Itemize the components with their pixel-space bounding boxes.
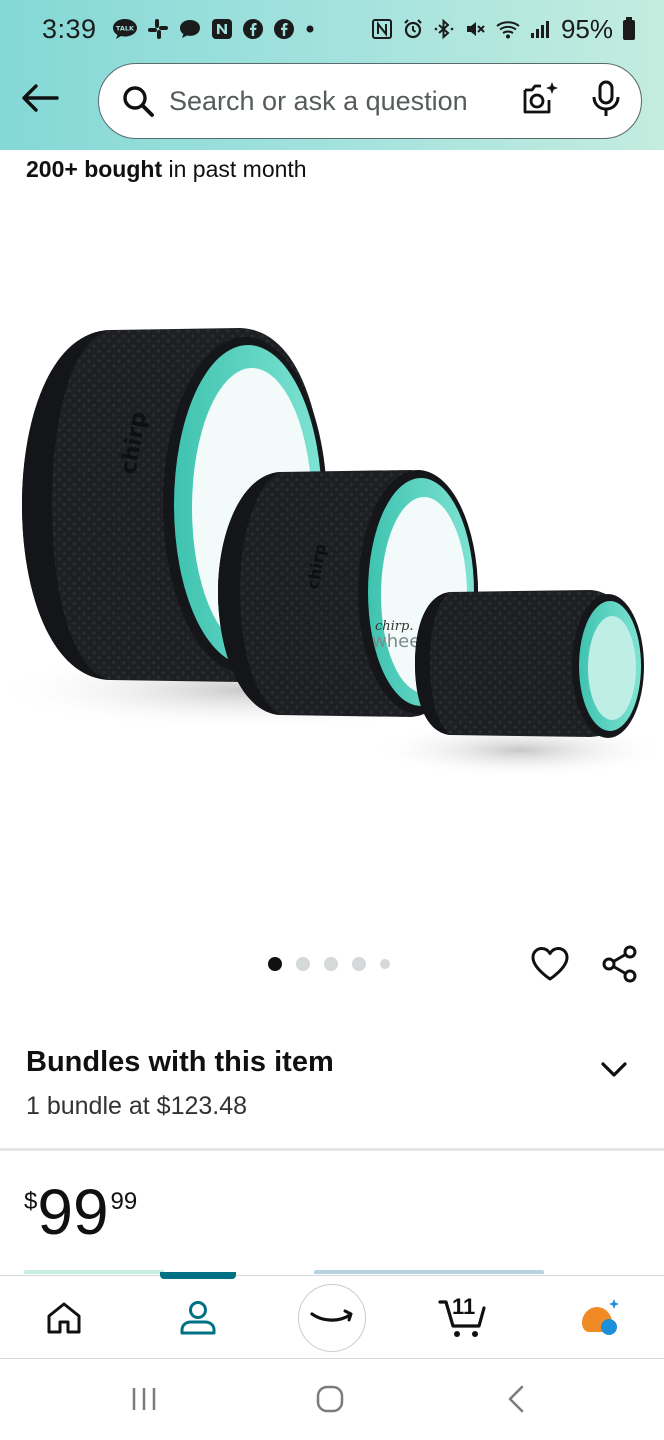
voice-search-button[interactable] — [591, 80, 621, 123]
search-input[interactable]: Search or ask a question — [169, 86, 521, 117]
system-back-button[interactable] — [486, 1377, 546, 1421]
nav-rufus[interactable] — [560, 1276, 640, 1360]
carousel-dot[interactable] — [324, 957, 338, 971]
carousel-dot[interactable] — [296, 957, 310, 971]
bought-count: 200+ bought — [26, 156, 163, 182]
recents-icon — [132, 1388, 156, 1410]
status-bar-right: 95% — [371, 14, 636, 45]
recents-button[interactable] — [114, 1377, 174, 1421]
add-to-wishlist-button[interactable] — [528, 942, 572, 986]
share-button[interactable] — [598, 942, 642, 986]
home-circle-icon — [316, 1385, 344, 1413]
peek-link — [314, 1270, 544, 1274]
product-image[interactable]: chirp chirp. wheel+ chirp — [0, 230, 664, 920]
nav-cart[interactable]: 11 — [424, 1276, 504, 1360]
dot-icon — [304, 18, 316, 40]
price-whole: 99 — [37, 1176, 109, 1248]
search-bar[interactable]: Search or ask a question — [98, 63, 642, 139]
status-time: 3:39 — [42, 13, 97, 44]
bottom-nav: 11 — [0, 1272, 664, 1360]
facebook-icon — [242, 18, 264, 40]
bundles-subtitle: 1 bundle at $123.48 — [26, 1092, 248, 1120]
nav-home[interactable] — [24, 1276, 104, 1360]
peek-highlight — [24, 1270, 164, 1274]
bundles-title: Bundles with this item — [26, 1046, 334, 1078]
nfc-icon — [371, 18, 393, 40]
chevron-down-icon[interactable] — [596, 1052, 632, 1088]
signal-icon — [530, 18, 550, 40]
microphone-icon — [592, 80, 620, 116]
amazon-smile-icon — [310, 1309, 353, 1322]
status-bar: 3:39 TALK 95% — [0, 0, 664, 58]
battery-icon — [622, 17, 636, 41]
section-divider — [0, 1148, 664, 1151]
alarm-icon — [402, 18, 424, 40]
svg-text:TALK: TALK — [115, 25, 134, 33]
price-currency-symbol: $ — [24, 1188, 38, 1215]
small-wheel — [415, 590, 644, 738]
chirp-wheel-image: chirp chirp. wheel+ chirp — [0, 328, 664, 778]
person-icon — [180, 1301, 216, 1335]
price: $ 99 99 — [24, 1178, 137, 1246]
mute-icon — [464, 18, 486, 40]
amazon-logo-button[interactable] — [298, 1284, 366, 1352]
camera-search-button[interactable] — [521, 80, 559, 123]
search-actions — [521, 80, 621, 123]
partially-hidden-content — [24, 1266, 564, 1274]
facebook-icon — [273, 18, 295, 40]
carousel-dot[interactable] — [380, 959, 390, 969]
nav-amazon[interactable] — [292, 1276, 372, 1360]
home-icon — [47, 1302, 81, 1334]
n-icon — [211, 18, 233, 40]
share-icon — [602, 945, 637, 983]
cart-count-badge: 11 — [452, 1294, 476, 1319]
home-button[interactable] — [300, 1377, 360, 1421]
bluetooth-icon — [433, 18, 455, 40]
search-icon — [123, 86, 154, 117]
back-button[interactable] — [14, 72, 66, 124]
carousel-dot[interactable] — [268, 957, 282, 971]
system-nav-bar — [0, 1359, 664, 1440]
rufus-ai-icon — [582, 1299, 619, 1335]
wifi-icon — [495, 18, 521, 40]
chat-icon — [178, 18, 202, 40]
bought-suffix: in past month — [162, 156, 307, 182]
back-arrow-icon — [22, 84, 59, 112]
nav-account[interactable] — [158, 1276, 238, 1360]
app-header: 3:39 TALK 95% Search or ask a question — [0, 0, 664, 150]
slack-icon — [147, 18, 169, 40]
status-bar-left: 3:39 TALK — [42, 14, 316, 45]
bundles-section[interactable]: Bundles with this item 1 bundle at $123.… — [0, 1030, 664, 1148]
carousel-dot[interactable] — [352, 957, 366, 971]
chevron-left-icon — [508, 1385, 524, 1413]
price-fraction: 99 — [110, 1188, 138, 1215]
bought-in-past-month: 200+ bought in past month — [26, 156, 307, 183]
heart-icon — [531, 947, 569, 981]
camera-sparkle-icon — [523, 81, 558, 113]
image-carousel-dots[interactable] — [268, 957, 390, 971]
talk-icon: TALK — [112, 18, 138, 40]
battery-percent: 95% — [560, 13, 613, 44]
